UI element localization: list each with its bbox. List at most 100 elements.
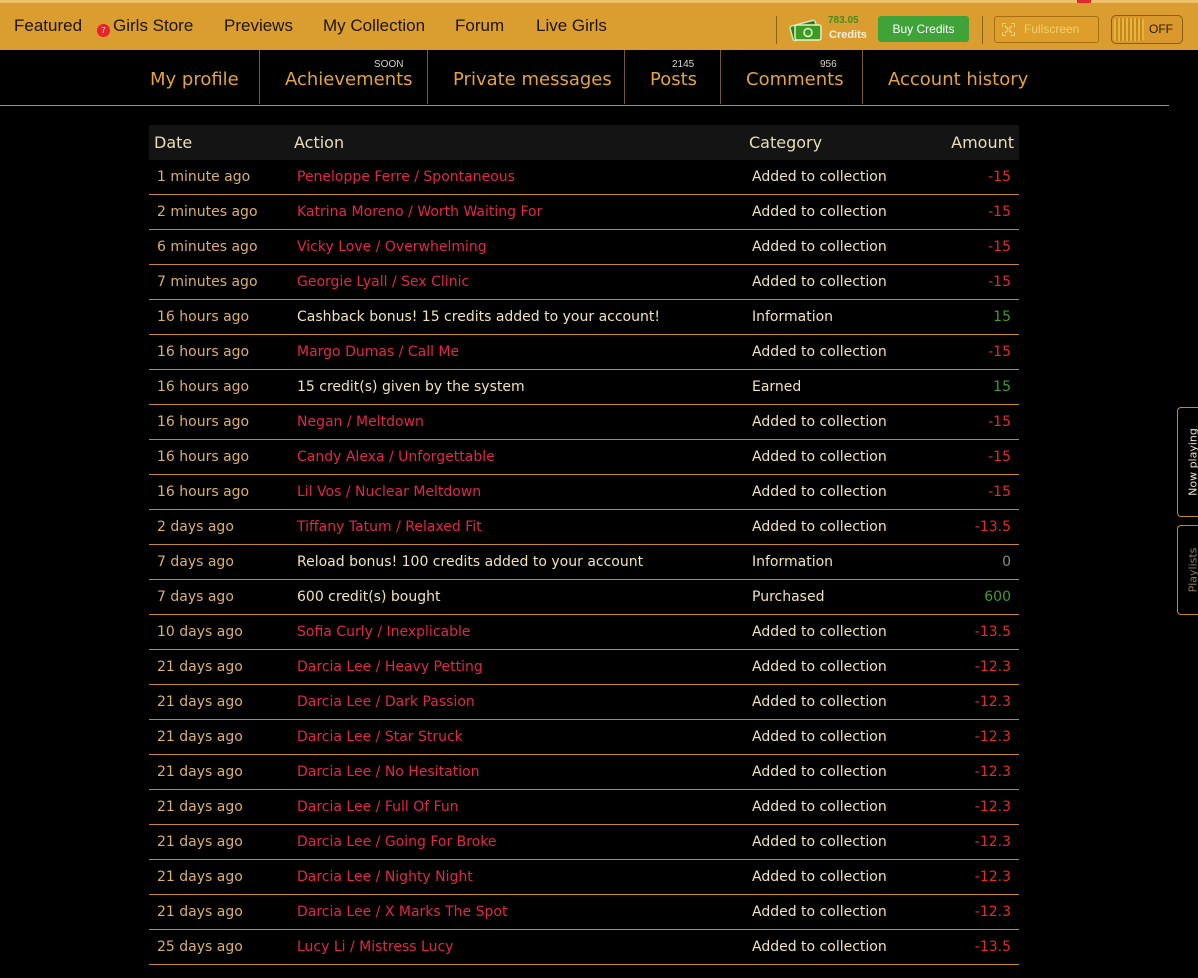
tab-divider [259,50,260,104]
table-row: 21 days ago Darcia Lee / Star Struck Added… [149,720,1019,755]
row-amount: -13.5 [974,624,1011,640]
credits-label: Credits [829,29,867,41]
row-date: 16 hours ago [157,309,250,325]
row-date: 2 days ago [157,519,234,535]
tab-posts[interactable]: Posts [650,69,697,90]
row-category: Added to collection [752,449,887,465]
nav-girls-store[interactable]: Girls Store [113,16,193,36]
credits-amount: 783.05 [828,15,859,26]
row-amount: -15 [988,204,1011,220]
row-date: 7 days ago [157,589,234,605]
row-action-link[interactable]: Tiffany Tatum / Relaxed Fit [297,519,482,535]
row-amount: 600 [984,589,1011,605]
tab-divider [624,50,625,104]
tab-my-profile[interactable]: My profile [150,69,239,90]
table-row: 21 days ago Darcia Lee / Going For Broke A… [149,825,1019,860]
row-date: 2 minutes ago [157,204,258,220]
row-category: Added to collection [752,344,887,360]
off-toggle[interactable]: OFF [1111,15,1183,44]
table-row: 16 hours ago Lil Vos / Nuclear Meltdown Ad… [149,475,1019,510]
row-category: Earned [752,379,802,395]
row-action-link[interactable]: Darcia Lee / No Hesitation [297,764,480,780]
row-category: Purchased [752,589,825,605]
row-action-link[interactable]: Negan / Meltdown [297,414,424,430]
row-category: Added to collection [752,869,887,885]
header-category: Category [749,133,823,152]
row-action-link[interactable]: Lucy Li / Mistress Lucy [297,939,453,955]
row-action-link[interactable]: Peneloppe Ferre / Spontaneous [297,169,515,185]
playlists-tab[interactable]: Playlists [1177,525,1198,615]
row-action-link[interactable]: Margo Dumas / Call Me [297,344,459,360]
row-action-link[interactable]: Darcia Lee / Star Struck [297,729,463,745]
row-amount: -12.3 [974,764,1011,780]
table-row: 21 days ago Darcia Lee / Heavy Petting Add… [149,650,1019,685]
row-amount: -15 [988,274,1011,290]
nav-live-girls[interactable]: Live Girls [536,16,607,36]
table-row: 21 days ago Darcia Lee / Nighty Night Adde… [149,860,1019,895]
row-category: Added to collection [752,484,887,500]
table-row: 16 hours ago Margo Dumas / Call Me Added t… [149,335,1019,370]
tab-account-history[interactable]: Account history [888,69,1028,90]
row-amount: -15 [988,239,1011,255]
row-amount: -12.3 [974,799,1011,815]
toggle-state-label: OFF [1149,22,1173,36]
table-row: 10 days ago Sofia Curly / Inexplicable Add… [149,615,1019,650]
now-playing-tab[interactable]: Now playing [1177,407,1198,517]
row-date: 21 days ago [157,799,243,815]
nav-featured-label: Featured [14,16,83,35]
row-date: 16 hours ago [157,414,250,430]
row-category: Added to collection [752,659,887,675]
row-action-link[interactable]: Candy Alexa / Unforgettable [297,449,495,465]
row-action-link[interactable]: Vicky Love / Overwhelming [297,239,487,255]
buy-credits-button[interactable]: Buy Credits [878,16,969,42]
row-amount: -12.3 [974,869,1011,885]
row-action-link[interactable]: Georgie Lyall / Sex Clinic [297,274,469,290]
row-category: Added to collection [752,729,887,745]
tab-divider [427,50,428,104]
row-category: Added to collection [752,624,887,640]
nav-featured[interactable]: Featured 7 [14,16,110,37]
row-action-link[interactable]: Darcia Lee / Nighty Night [297,869,473,885]
row-date: 21 days ago [157,834,243,850]
row-date: 16 hours ago [157,379,250,395]
row-action-link[interactable]: Darcia Lee / Full Of Fun [297,799,459,815]
top-accent-mark [1077,0,1091,3]
fullscreen-button[interactable]: Fullscreen [994,16,1099,43]
nav-my-collection[interactable]: My Collection [323,16,425,36]
tab-comments[interactable]: Comments [746,69,844,90]
table-row: 1 minute ago Peneloppe Ferre / Spontaneou… [149,160,1019,195]
row-date: 16 hours ago [157,449,250,465]
row-action-link[interactable]: Katrina Moreno / Worth Waiting For [297,204,542,220]
now-playing-label: Now playing [1186,428,1198,496]
table-row: 2 minutes ago Katrina Moreno / Worth Wait… [149,195,1019,230]
table-row: 21 days ago Darcia Lee / No Hesitation Add… [149,755,1019,790]
row-amount: -15 [988,344,1011,360]
tab-private-messages[interactable]: Private messages [453,69,612,90]
row-category: Added to collection [752,834,887,850]
row-date: 16 hours ago [157,484,250,500]
row-action-link[interactable]: Darcia Lee / X Marks The Spot [297,904,507,920]
row-action-link[interactable]: Lil Vos / Nuclear Meltdown [297,484,481,500]
table-header: Date Action Category Amount [149,125,1019,160]
row-date: 7 minutes ago [157,274,258,290]
toggle-knob[interactable] [1114,18,1144,41]
fullscreen-label: Fullscreen [1024,22,1080,36]
tab-achievements[interactable]: Achievements [285,69,413,90]
row-action-link[interactable]: Darcia Lee / Heavy Petting [297,659,483,675]
row-date: 1 minute ago [157,169,251,185]
row-action-link[interactable]: Darcia Lee / Dark Passion [297,694,475,710]
row-category: Added to collection [752,274,887,290]
row-action-text: Reload bonus! 100 credits added to your … [297,554,644,570]
nav-forum[interactable]: Forum [455,16,504,36]
row-action-link[interactable]: Sofia Curly / Inexplicable [297,624,470,640]
row-amount: -12.3 [974,659,1011,675]
row-amount: 15 [993,309,1011,325]
header-amount: Amount [951,133,1014,152]
row-date: 21 days ago [157,764,243,780]
row-date: 16 hours ago [157,344,250,360]
table-row: 16 hours ago Candy Alexa / Unforgettable A… [149,440,1019,475]
row-amount: -15 [988,484,1011,500]
row-action-link[interactable]: Darcia Lee / Going For Broke [297,834,497,850]
nav-previews[interactable]: Previews [224,16,293,36]
row-date: 10 days ago [157,624,243,640]
